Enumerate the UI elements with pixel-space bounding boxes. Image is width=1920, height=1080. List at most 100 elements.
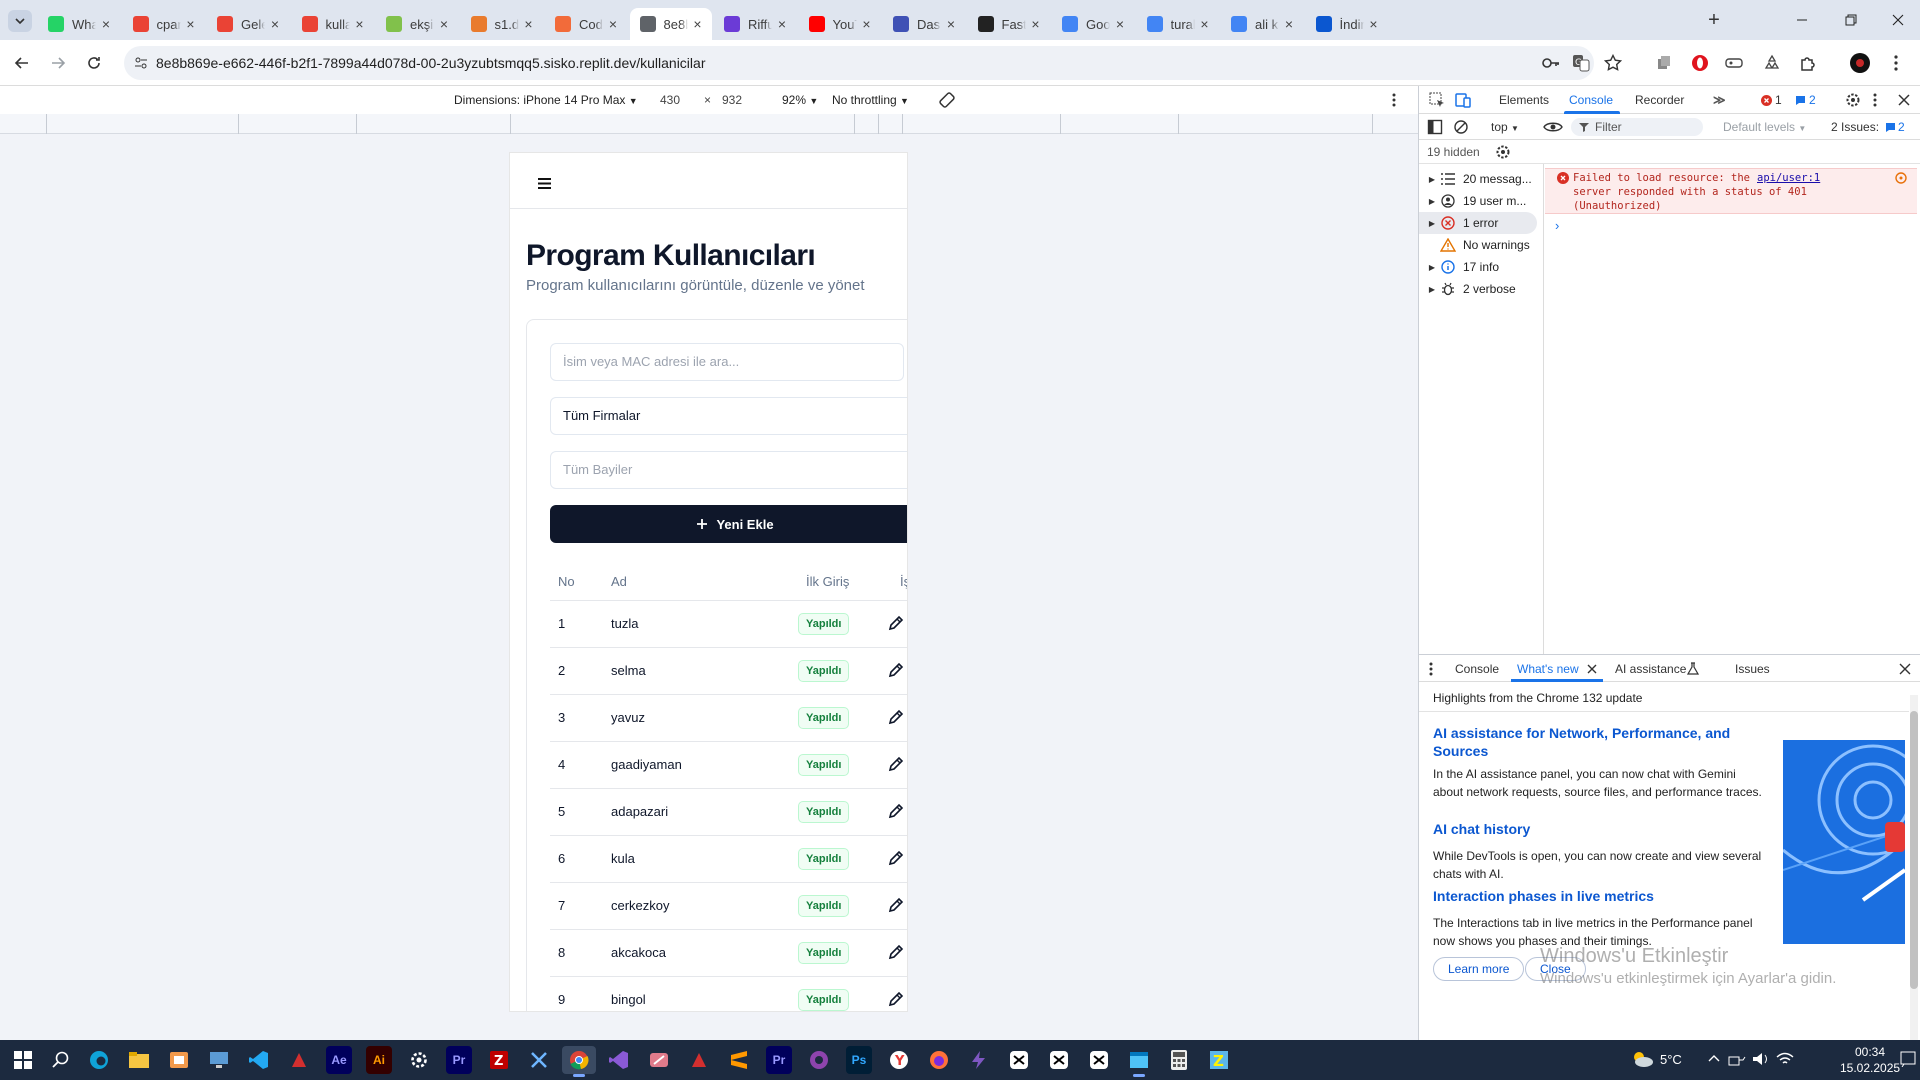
browser-tab[interactable]: WhatsApp× [38, 8, 120, 40]
company-select[interactable]: Tüm Firmalar [550, 397, 907, 435]
browser-tab[interactable]: kullan× [292, 8, 374, 40]
rotate-icon[interactable] [938, 91, 956, 109]
drawer-scrollbar[interactable] [1909, 695, 1919, 1041]
zip-icon[interactable]: Z [1202, 1046, 1236, 1074]
back-icon[interactable] [10, 51, 34, 75]
expand-arrow-icon[interactable]: ▶ [1425, 219, 1439, 228]
feature-title-ai-chat-history[interactable]: AI chat history [1433, 820, 1763, 838]
feature-title-ai-assistance[interactable]: AI assistance for Network, Performance, … [1433, 724, 1763, 760]
close-tab-icon[interactable]: × [350, 16, 370, 32]
sidebar-filter-item[interactable]: ▶ 1 error [1419, 212, 1537, 234]
app-icon-5[interactable] [682, 1046, 716, 1074]
browser-tab[interactable]: Googl× [1052, 8, 1134, 40]
edit-pencil-icon[interactable] [888, 991, 904, 1007]
device-menu-icon[interactable] [1392, 93, 1396, 107]
extensions-puzzle-icon[interactable] [1796, 51, 1820, 75]
drawer-tab-whats-new[interactable]: What's new [1517, 662, 1579, 676]
browser-tab[interactable]: tural f× [1137, 8, 1219, 40]
browser-tab[interactable]: CodeC× [545, 8, 627, 40]
premiere-icon[interactable]: Pr [446, 1046, 472, 1074]
edit-pencil-icon[interactable] [888, 615, 904, 631]
dealer-select[interactable]: Tüm Bayiler [550, 451, 907, 489]
system-clock[interactable]: 00:34 15.02.2025 [1840, 1044, 1900, 1076]
after-effects-icon[interactable]: Ae [326, 1046, 352, 1074]
app-window-icon[interactable] [1122, 1046, 1156, 1077]
feature-title-interaction-phases[interactable]: Interaction phases in live metrics [1433, 887, 1763, 905]
browser-tab[interactable]: Gelen× [207, 8, 289, 40]
expand-arrow-icon[interactable]: ▶ [1425, 175, 1439, 184]
edit-pencil-icon[interactable] [888, 709, 904, 725]
context-select[interactable]: top ▼ [1491, 120, 1519, 134]
browser-tab[interactable]: cpanel× [123, 8, 205, 40]
close-tab-icon[interactable]: × [181, 16, 201, 32]
network-icon[interactable] [1728, 1051, 1746, 1067]
close-window-button[interactable] [1888, 10, 1908, 30]
live-expression-eye-icon[interactable] [1543, 119, 1563, 135]
tab-search-icon[interactable] [8, 10, 32, 32]
firefox-icon[interactable] [922, 1046, 956, 1074]
close-tab-icon[interactable]: × [1110, 16, 1130, 32]
sidebar-filter-item[interactable]: ▶ 17 info [1419, 256, 1537, 278]
device-select[interactable]: Dimensions: iPhone 14 Pro Max ▼ [454, 93, 638, 107]
sidebar-filter-item[interactable]: No warnings [1419, 234, 1537, 256]
console-settings-icon[interactable] [1495, 144, 1511, 160]
edit-pencil-icon[interactable] [888, 850, 904, 866]
edit-pencil-icon[interactable] [888, 897, 904, 913]
visual-studio-icon[interactable] [602, 1046, 636, 1074]
close-devtools-icon[interactable] [1897, 93, 1911, 107]
issue-counter[interactable]: 2 [1795, 93, 1816, 107]
expand-arrow-icon[interactable]: ▶ [1425, 197, 1439, 206]
notification-icon[interactable] [1900, 1051, 1916, 1067]
close-tab-icon[interactable]: × [772, 16, 792, 32]
filezilla-icon[interactable]: Z [482, 1046, 516, 1074]
password-key-icon[interactable] [1542, 55, 1560, 71]
issues-link[interactable]: 2 Issues: 2 [1831, 120, 1905, 134]
sidebar-filter-item[interactable]: ▶ 19 user m... [1419, 190, 1537, 212]
file-explorer-icon[interactable] [122, 1046, 156, 1074]
remote-desktop-icon[interactable] [202, 1046, 236, 1074]
bookmark-star-icon[interactable] [1604, 54, 1622, 72]
filter-input[interactable]: Filter [1571, 118, 1703, 136]
edit-pencil-icon[interactable] [888, 803, 904, 819]
hamburger-menu-icon[interactable] [538, 178, 551, 189]
close-tab-icon[interactable]: × [96, 16, 116, 32]
illustrator-icon[interactable]: Ai [366, 1046, 392, 1074]
address-bar[interactable]: 8e8b869e-e662-446f-b2f1-7899a44d078d-00-… [124, 46, 1622, 80]
browser-tab[interactable]: 8e8b8× [629, 8, 712, 40]
close-tab-icon[interactable]: × [941, 16, 961, 32]
width-input[interactable]: 430 [660, 93, 680, 107]
inspect-element-icon[interactable] [1429, 92, 1445, 108]
browser-tab[interactable]: ali kay× [1221, 8, 1303, 40]
log-levels-select[interactable]: Default levels ▼ [1723, 120, 1806, 134]
column-ilk-giris[interactable]: İlk Giriş [806, 574, 849, 589]
photoshop-icon[interactable]: Ps [846, 1046, 872, 1074]
error-source-link[interactable]: api/user:1 [1757, 171, 1820, 185]
edit-pencil-icon[interactable] [888, 756, 904, 772]
app-icon-4[interactable] [642, 1046, 676, 1074]
learn-more-button[interactable]: Learn more [1433, 957, 1525, 981]
settings-gear-icon[interactable] [1845, 92, 1861, 108]
error-counter[interactable]: 1 [1761, 93, 1782, 107]
calculator-icon[interactable] [1162, 1046, 1196, 1074]
extension-copy-icon[interactable] [1652, 51, 1676, 75]
browser-tab[interactable]: ekşi sö× [376, 8, 458, 40]
close-tab-icon[interactable]: × [857, 16, 877, 32]
chrome-icon[interactable] [562, 1046, 596, 1077]
reload-icon[interactable] [82, 51, 106, 75]
app-icon-1[interactable] [162, 1046, 196, 1074]
tab-console[interactable]: Console [1569, 93, 1613, 107]
console-error-message[interactable]: Failed to load resource: the server resp… [1545, 168, 1917, 214]
search-input[interactable]: İsim veya MAC adresi ile ara... [550, 343, 904, 381]
column-no[interactable]: No [558, 574, 575, 589]
search-icon[interactable] [44, 1046, 78, 1074]
column-ad[interactable]: Ad [611, 574, 627, 589]
close-tab-icon[interactable]: × [519, 16, 539, 32]
start-windows-icon[interactable] [6, 1046, 40, 1074]
premiere-icon-2[interactable]: Pr [766, 1046, 792, 1074]
app-icon-3[interactable] [522, 1046, 556, 1074]
browser-tab[interactable]: Dashb× [883, 8, 965, 40]
site-info-icon[interactable] [134, 56, 148, 70]
media-query-ruler[interactable] [0, 114, 1418, 134]
new-tab-button[interactable]: + [1700, 10, 1728, 32]
vscode-icon[interactable] [242, 1046, 276, 1074]
